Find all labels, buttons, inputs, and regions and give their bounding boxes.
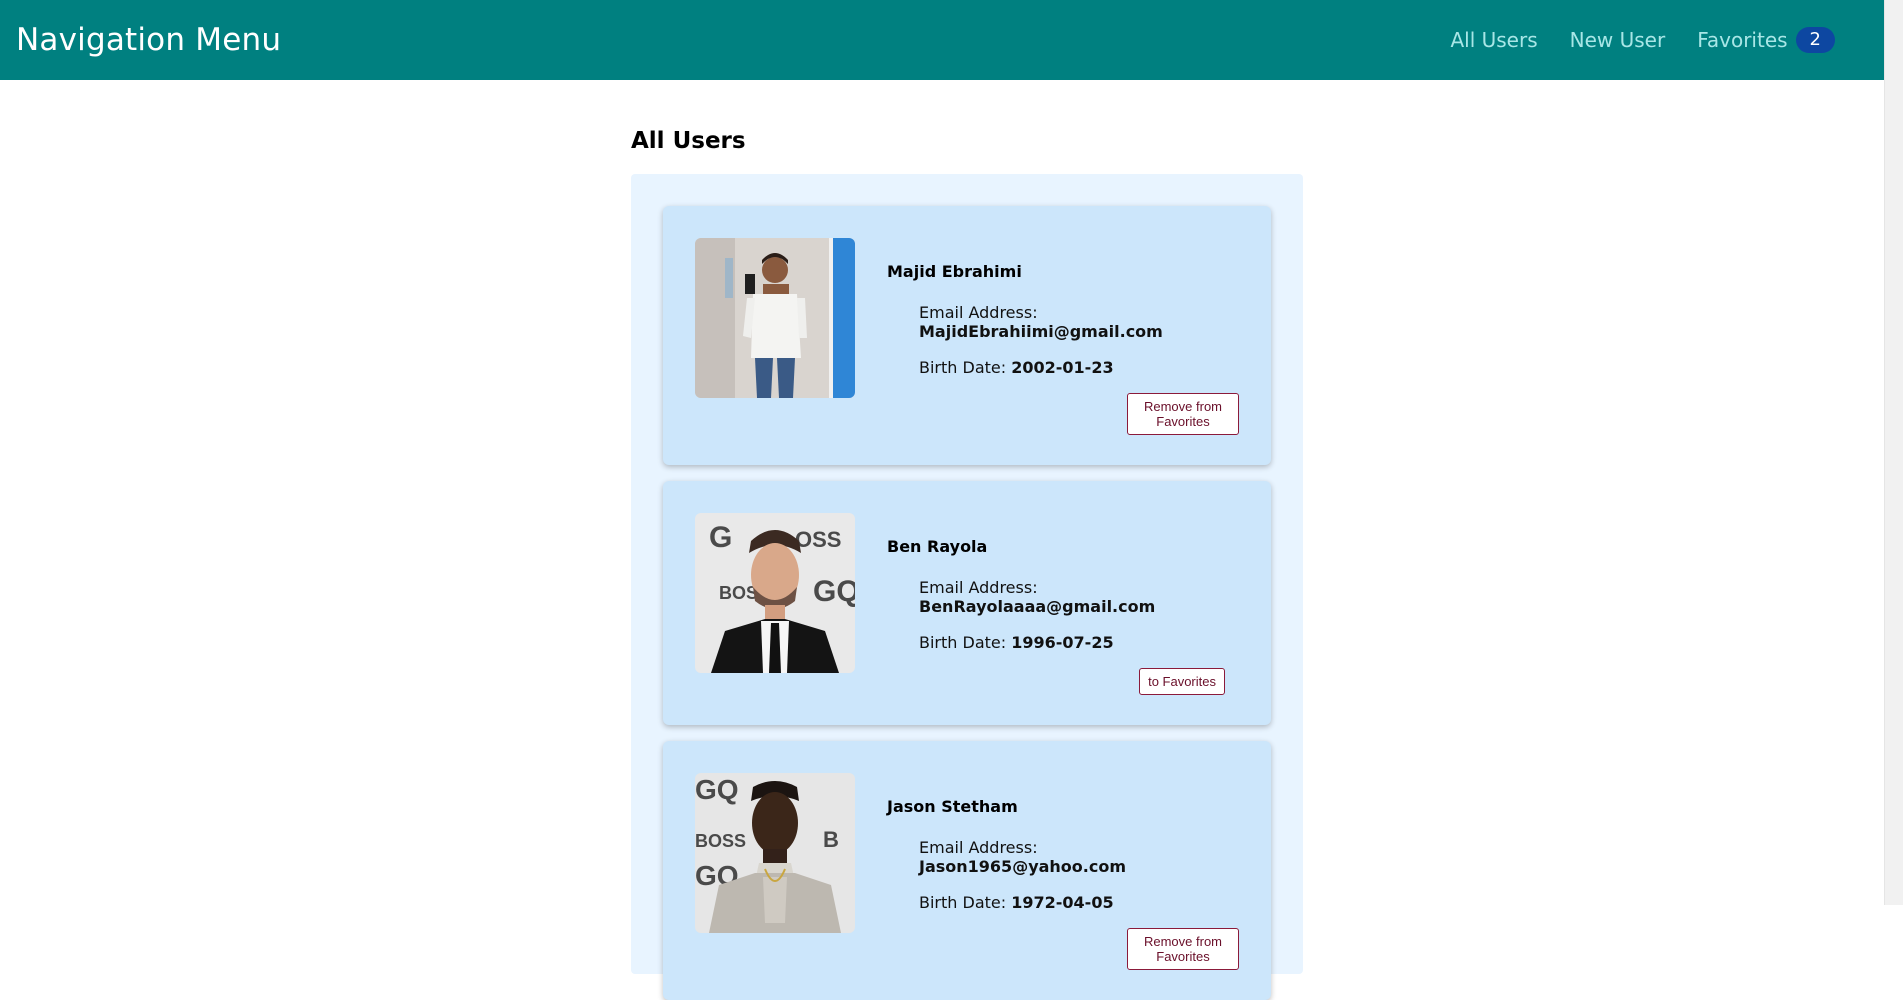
svg-text:BOS: BOS (719, 583, 758, 603)
page-scrollbar[interactable] (1884, 0, 1903, 905)
add-to-favorites-button[interactable]: to Favorites (1139, 668, 1225, 695)
birth-date-label: Birth Date: (919, 358, 1007, 377)
svg-text:GQ: GQ (695, 774, 739, 805)
user-name: Majid Ebrahimi (887, 262, 1022, 281)
brand-title[interactable]: Navigation Menu (16, 22, 281, 58)
svg-text:G: G (709, 521, 732, 554)
birth-date-row: Birth Date: 1996-07-25 (919, 633, 1239, 652)
user-avatar: G OSS BOS GQ (695, 513, 855, 673)
birth-date-label: Birth Date: (919, 893, 1007, 912)
svg-text:B: B (823, 827, 839, 852)
email-label: Email Address: (919, 838, 1038, 857)
svg-text:OSS: OSS (795, 527, 841, 552)
nav-links: All Users New User Favorites 2 (1418, 27, 1835, 53)
user-avatar: GQ BOSS B GQ (695, 773, 855, 933)
birth-date-label: Birth Date: (919, 633, 1007, 652)
birth-date-value: 2002-01-23 (1011, 358, 1114, 377)
user-photo: G OSS BOS GQ (695, 513, 855, 673)
nav-link-label: Favorites (1697, 28, 1788, 52)
birth-date-row: Birth Date: 1972-04-05 (919, 893, 1239, 912)
email-row: Email Address: BenRayolaaaa@gmail.com (919, 578, 1239, 616)
email-row: Email Address: Jason1965@yahoo.com (919, 838, 1239, 876)
svg-text:GQ: GQ (813, 575, 855, 608)
birth-date-row: Birth Date: 2002-01-23 (919, 358, 1239, 377)
remove-from-favorites-button[interactable]: Remove from Favorites (1127, 393, 1239, 435)
user-card: GQ BOSS B GQ Jason Stetham Email Address… (663, 741, 1271, 1000)
user-avatar (695, 238, 855, 398)
user-list: Majid Ebrahimi Email Address: MajidEbrah… (631, 174, 1303, 1000)
user-card: G OSS BOS GQ Ben Rayola Email Address: B… (663, 481, 1271, 725)
email-label: Email Address: (919, 303, 1038, 322)
main-content: All Users Majid Ebrahimi Email Address: … (631, 128, 1303, 1000)
svg-text:BOSS: BOSS (695, 831, 746, 851)
nav-link-all-users[interactable]: All Users (1450, 28, 1537, 52)
user-card: Majid Ebrahimi Email Address: MajidEbrah… (663, 206, 1271, 465)
user-photo (695, 238, 855, 398)
user-info: Majid Ebrahimi Email Address: MajidEbrah… (887, 238, 1239, 435)
email-value: Jason1965@yahoo.com (919, 857, 1127, 876)
user-name: Ben Rayola (887, 537, 988, 556)
email-value: BenRayolaaaa@gmail.com (919, 597, 1156, 616)
birth-date-value: 1996-07-25 (1011, 633, 1114, 652)
user-info: Jason Stetham Email Address: Jason1965@y… (887, 773, 1239, 970)
nav-link-favorites[interactable]: Favorites 2 (1697, 27, 1835, 53)
user-info: Ben Rayola Email Address: BenRayolaaaa@g… (887, 513, 1239, 695)
nav-link-label: All Users (1450, 28, 1538, 52)
button-wrap: Remove from Favorites (887, 393, 1239, 435)
birth-date-value: 1972-04-05 (1011, 893, 1114, 912)
button-wrap: to Favorites (887, 668, 1225, 695)
email-label: Email Address: (919, 578, 1038, 597)
page-title: All Users (631, 128, 746, 154)
user-name: Jason Stetham (887, 797, 1018, 816)
email-value: MajidEbrahiimi@gmail.com (919, 322, 1163, 341)
navbar: Navigation Menu All Users New User Favor… (0, 0, 1885, 80)
user-photo: GQ BOSS B GQ (695, 773, 855, 933)
nav-link-label: New User (1569, 28, 1666, 52)
button-wrap: Remove from Favorites (887, 928, 1239, 970)
favorites-count-badge: 2 (1795, 27, 1835, 53)
email-row: Email Address: MajidEbrahiimi@gmail.com (919, 303, 1239, 341)
nav-link-new-user[interactable]: New User (1570, 28, 1666, 52)
remove-from-favorites-button[interactable]: Remove from Favorites (1127, 928, 1239, 970)
